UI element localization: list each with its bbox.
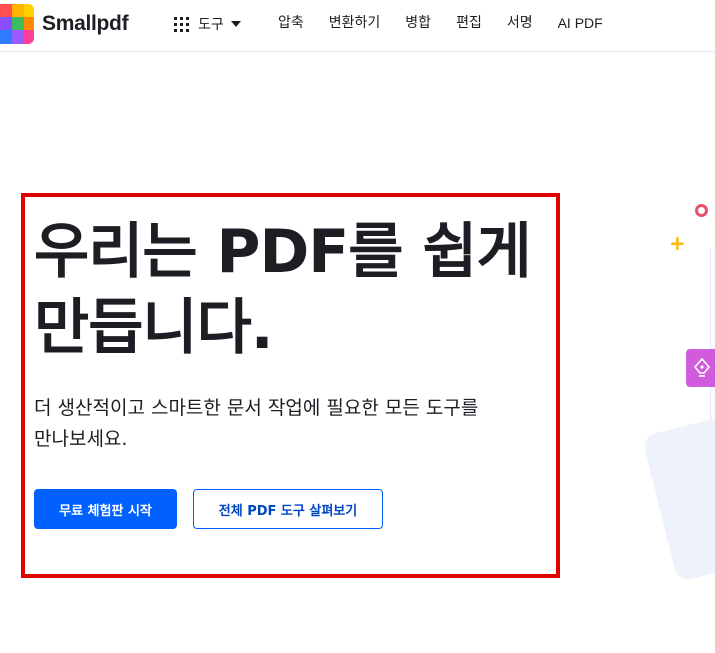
top-header: Smallpdf 도구 압축 변환하기 병합 편집 서명 AI PDF xyxy=(0,0,715,52)
pen-nib-icon xyxy=(686,349,715,387)
tools-menu-button[interactable]: 도구 xyxy=(174,12,241,36)
nav-merge[interactable]: 병합 xyxy=(405,13,431,33)
main-nav: 압축 변환하기 병합 편집 서명 AI PDF xyxy=(278,13,628,33)
decorative-document-card xyxy=(641,407,715,583)
decorative-plus-icon: + xyxy=(669,231,686,255)
hero-title-line-2: 만듭니다. xyxy=(34,293,274,363)
hero-subtitle-line-2: 만나보세요. xyxy=(34,428,128,450)
hero-subtitle-line-1: 더 생산적이고 스마트한 문서 작업에 필요한 모든 도구를 xyxy=(34,397,479,419)
nav-sign[interactable]: 서명 xyxy=(507,13,533,33)
grid-menu-icon xyxy=(174,16,189,32)
explore-all-tools-button[interactable]: 전체 PDF 도구 살펴보기 xyxy=(193,489,383,529)
tools-menu-label: 도구 xyxy=(198,17,224,33)
hero-title-line-1: 우리는 PDF를 쉽게 xyxy=(34,217,532,287)
brand-name: Smallpdf xyxy=(42,12,129,35)
nav-convert[interactable]: 변환하기 xyxy=(329,13,381,33)
caret-down-icon xyxy=(230,21,241,27)
hero-title: 우리는 PDF를 쉽게 만듭니다. xyxy=(34,214,554,366)
start-free-trial-button[interactable]: 무료 체험판 시작 xyxy=(34,489,177,529)
nav-compress[interactable]: 압축 xyxy=(278,13,304,33)
nav-ai-pdf[interactable]: AI PDF xyxy=(558,13,603,33)
decorative-ring-icon xyxy=(695,204,708,217)
smallpdf-logo[interactable]: Smallpdf xyxy=(0,4,129,44)
hero-subtitle: 더 생산적이고 스마트한 문서 작업에 필요한 모든 도구를 만나보세요. xyxy=(34,393,544,455)
nav-edit[interactable]: 편집 xyxy=(456,13,482,33)
smallpdf-logo-icon xyxy=(0,4,34,44)
decorative-panel xyxy=(710,248,715,438)
